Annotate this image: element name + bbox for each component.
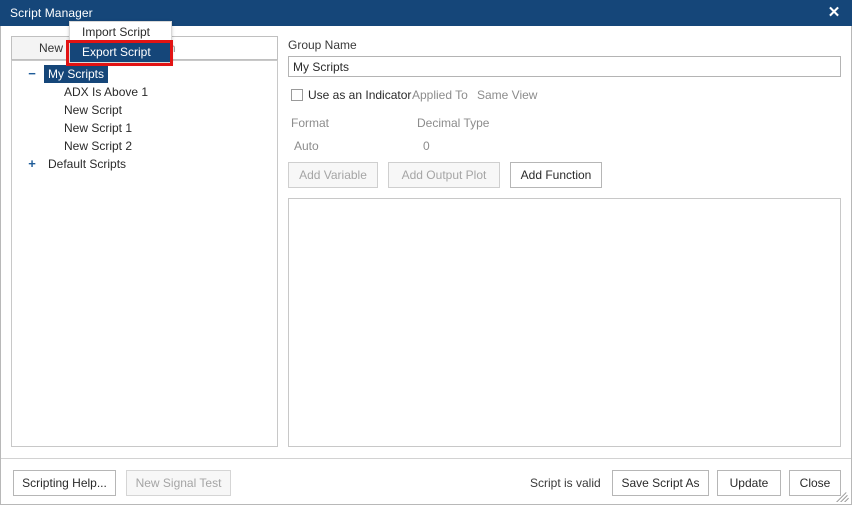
tree-item-adx-is-above-1[interactable]: ADX Is Above 1	[12, 83, 277, 101]
script-tree[interactable]: − My Scripts ADX Is Above 1 New Script N…	[11, 60, 278, 447]
tree-item-label: My Scripts	[44, 65, 109, 83]
collapse-icon[interactable]: −	[26, 65, 38, 83]
scripting-help-button[interactable]: Scripting Help...	[13, 470, 116, 496]
menu-item-import-script[interactable]: Import Script	[70, 22, 171, 42]
applied-to-label: Applied To	[412, 88, 468, 102]
script-manager-window: Script Manager ✕ New − My Scripts ADX Is…	[0, 0, 852, 505]
tree-item-label: New Script 1	[64, 121, 133, 135]
script-status-text: Script is valid	[530, 476, 601, 490]
resize-grip[interactable]	[836, 489, 849, 502]
decimal-type-value: 0	[423, 139, 430, 153]
tree-item-new-script-1[interactable]: New Script 1	[12, 119, 277, 137]
add-variable-button[interactable]: Add Variable	[288, 162, 378, 188]
dialog-footer: Scripting Help... New Signal Test Script…	[1, 458, 851, 504]
save-script-as-button[interactable]: Save Script As	[612, 470, 709, 496]
new-script-dropdown-menu[interactable]: Import Script Export Script	[69, 21, 172, 63]
tree-item-default-scripts[interactable]: + Default Scripts	[12, 155, 277, 173]
group-name-input[interactable]	[288, 56, 841, 77]
tree-item-label: ADX Is Above 1	[64, 85, 149, 99]
close-button[interactable]: Close	[789, 470, 841, 496]
tree-item-label: New Script	[64, 103, 123, 117]
scripts-panel: New − My Scripts ADX Is Above 1 New Scri…	[11, 36, 278, 447]
decimal-type-label: Decimal Type	[417, 116, 490, 130]
window-title: Script Manager	[10, 6, 93, 20]
group-name-label: Group Name	[288, 38, 357, 52]
add-output-plot-button[interactable]: Add Output Plot	[388, 162, 500, 188]
dialog-body: New − My Scripts ADX Is Above 1 New Scri…	[0, 26, 852, 505]
script-editor-area[interactable]	[288, 198, 841, 447]
close-icon[interactable]: ✕	[824, 4, 844, 22]
tree-item-new-script-2[interactable]: New Script 2	[12, 137, 277, 155]
tree-item-new-script[interactable]: New Script	[12, 101, 277, 119]
use-as-indicator-checkbox[interactable]	[291, 89, 303, 101]
format-label: Format	[291, 116, 330, 130]
tree-item-my-scripts[interactable]: − My Scripts	[12, 65, 277, 83]
script-details-panel: Group Name Use as an Indicator Applied T…	[288, 36, 841, 447]
add-function-button[interactable]: Add Function	[510, 162, 602, 188]
use-as-indicator-label: Use as an Indicator	[308, 88, 412, 102]
tree-item-label: Default Scripts	[48, 157, 127, 171]
new-signal-test-button[interactable]: New Signal Test	[126, 470, 231, 496]
expand-icon[interactable]: +	[26, 155, 38, 173]
update-button[interactable]: Update	[717, 470, 781, 496]
tree-item-label: New Script 2	[64, 139, 133, 153]
menu-item-export-script[interactable]: Export Script	[70, 42, 171, 62]
format-value: Auto	[294, 139, 319, 153]
applied-to-value: Same View	[477, 88, 538, 102]
